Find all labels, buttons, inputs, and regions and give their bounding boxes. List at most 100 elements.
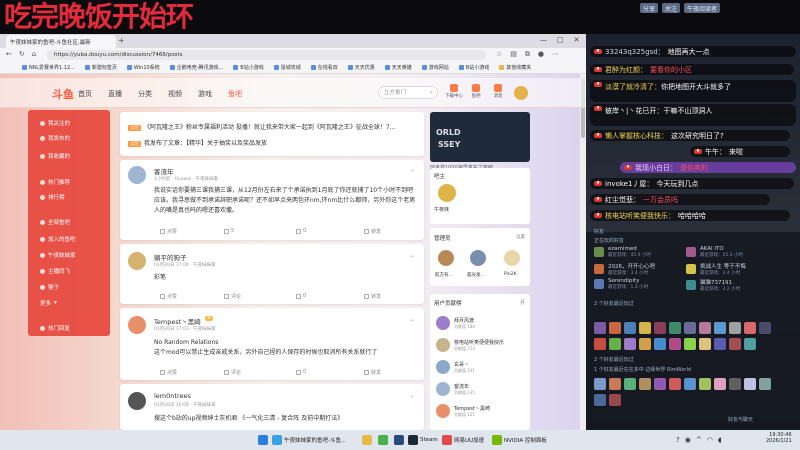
bookmark-item[interactable]: B站小游戏 [458, 64, 489, 71]
wifi-icon[interactable]: ◠ [707, 436, 713, 444]
bookmark-item[interactable]: 天天优惠 [347, 64, 375, 71]
avatar[interactable] [609, 378, 621, 390]
like-button[interactable]: 点赞 [160, 369, 177, 376]
browser-tab[interactable]: 午夜妹妹家的鱼吧-斗鱼社区,最新 [6, 35, 116, 48]
post-author[interactable]: 躺平的狗子 [154, 252, 187, 262]
sidebar-item-all[interactable]: 全部鱼吧 [40, 218, 70, 226]
sidebar-item-yuba-1[interactable]: 午夜妹妹家 [40, 251, 76, 259]
sidebar-item-more[interactable]: 更多 ▾ [40, 299, 57, 307]
admin-name[interactable]: 午夜妹 [434, 206, 449, 213]
extensions-icon[interactable]: ⧉ [525, 50, 530, 59]
avatar[interactable] [128, 166, 146, 184]
sidebar-item-hot[interactable]: 热门推荐 [40, 178, 70, 186]
avatar[interactable] [609, 394, 621, 406]
more-icon[interactable]: ⌄ [410, 392, 415, 399]
bookmark-item[interactable]: Win10系统 [126, 64, 160, 71]
back-icon[interactable]: ← [6, 50, 12, 58]
ranking-row[interactable]: 客流年 贡献值 135 [436, 378, 528, 400]
ranking-row[interactable]: 核电站听笑便便我快乐 贡献值 153 [436, 334, 528, 356]
bookmark-item[interactable]: 企鹅电竞-腾讯游戏... [169, 64, 223, 71]
avatar[interactable] [669, 378, 681, 390]
more-icon[interactable]: ⌄ [410, 166, 415, 173]
message-button[interactable]: 消息 [488, 84, 508, 99]
avatar[interactable] [759, 322, 771, 334]
taskbar-item-browser[interactable]: 午夜妹妹家的鱼吧-斗鱼... [272, 433, 346, 447]
refresh-icon[interactable]: ↻ [19, 50, 25, 58]
avatar[interactable] [714, 322, 726, 334]
avatar[interactable] [639, 338, 651, 350]
avatar[interactable] [744, 378, 756, 390]
more-icon[interactable]: ⌄ [410, 316, 415, 323]
nav-live[interactable]: 直播 [108, 89, 122, 99]
site-logo[interactable]: 斗鱼 [52, 86, 74, 102]
avatar[interactable] [744, 322, 756, 334]
avatar[interactable] [624, 322, 636, 334]
avatar[interactable] [684, 378, 696, 390]
taskbar-item-steam[interactable]: Steam [408, 433, 438, 447]
profile-icon[interactable]: ● [538, 50, 544, 59]
sidebar-item-rank[interactable]: 排行榜 [40, 193, 65, 201]
avatar[interactable] [669, 338, 681, 350]
site-search-input[interactable]: 立方鲁门 ⌕ [378, 86, 438, 99]
user-avatar[interactable] [514, 86, 528, 100]
bookmark-item[interactable]: 在线看双 [310, 64, 338, 71]
bookmark-item[interactable]: 鼠城攻城 [273, 64, 301, 71]
ranking-row[interactable]: Tempest丶黑崎 贡献值 121 [436, 400, 528, 422]
comment-button[interactable]: 评论 [224, 369, 241, 376]
sidebar-item-published[interactable]: 我发布的 [40, 134, 70, 142]
ranking-row[interactable]: 拜月风渡 贡献值 184 [436, 312, 528, 334]
share-post-button[interactable]: 转发 [364, 228, 381, 235]
avatar[interactable] [639, 322, 651, 334]
announcement-item[interactable]: 公告 我发布了文章：【精华】关于抽奖以及奖品发放 [128, 138, 418, 147]
managers-setting-link[interactable]: 设置 [516, 234, 525, 240]
avatar[interactable] [128, 316, 146, 334]
avatar[interactable] [594, 338, 606, 350]
friend-item[interactable]: 2026，开开心心吧 最近游戏：3.4 小时 [594, 262, 655, 276]
upvote-button[interactable]: 0 [296, 228, 306, 234]
avatar[interactable] [609, 322, 621, 334]
manager-name[interactable]: Pin2K [504, 272, 517, 277]
avatar[interactable] [624, 378, 636, 390]
avatar[interactable] [609, 338, 621, 350]
avatar[interactable] [594, 378, 606, 390]
share-post-button[interactable]: 转发 [364, 293, 381, 300]
avatar[interactable] [624, 338, 636, 350]
avatar[interactable] [699, 378, 711, 390]
avatar[interactable] [714, 338, 726, 350]
sidebar-item-joined[interactable]: 加入的鱼吧 [40, 235, 76, 243]
bookmark-item[interactable]: B站小游戏 [233, 64, 264, 71]
avatar[interactable] [729, 338, 741, 350]
upvote-button[interactable]: 0 [296, 293, 306, 299]
avatar[interactable] [438, 250, 454, 266]
avatar[interactable] [714, 378, 726, 390]
comment-button[interactable]: 评论 [224, 293, 241, 300]
sidebar-item-yuba-2[interactable]: 主播同飞 [40, 267, 70, 275]
follow-button[interactable]: 关注 [662, 3, 681, 13]
nav-category[interactable]: 分类 [138, 89, 152, 99]
yuba-banner[interactable]: ORLD SSEY [430, 112, 530, 162]
avatar[interactable] [594, 394, 606, 406]
avatar[interactable] [669, 322, 681, 334]
sidebar-item-hot-reply[interactable]: 热门回复 [40, 324, 70, 332]
nav-video[interactable]: 视频 [168, 89, 182, 99]
avatar[interactable] [699, 338, 711, 350]
avatar[interactable] [744, 338, 756, 350]
minimize-icon[interactable]: — [540, 36, 547, 44]
like-button[interactable]: 点赞 [160, 228, 177, 235]
announcement-item[interactable]: 公告 《阿瓦隆之王》粉丝专属福利活动 投播！就让我来带大家一起到《阿瓦隆之王》征战… [128, 122, 418, 131]
friend-item[interactable]: Serendipity 最近游戏：1.3 小时 [594, 278, 648, 290]
bookmark-item[interactable]: NRL爱赛世界1.12... [22, 64, 75, 71]
avatar[interactable] [759, 378, 771, 390]
avatar[interactable] [639, 378, 651, 390]
chevron-up-icon[interactable]: ^ [696, 436, 702, 444]
friends-chat-button[interactable]: 好友与聊天 [728, 416, 753, 423]
ranking-month-tab[interactable]: 月 [520, 299, 525, 306]
bookmark-other[interactable]: 其他收藏夹 [499, 64, 531, 71]
taskbar-item-explorer[interactable] [362, 433, 372, 447]
volume-icon[interactable]: ◖ [718, 436, 722, 444]
bookmark-item[interactable]: 游戏网站 [421, 64, 449, 71]
menu-icon[interactable]: ⋯ [552, 50, 559, 59]
post-author[interactable]: Tempest丶黑崎 [154, 316, 201, 326]
avatar[interactable] [729, 378, 741, 390]
more-icon[interactable]: ⌄ [410, 252, 415, 259]
